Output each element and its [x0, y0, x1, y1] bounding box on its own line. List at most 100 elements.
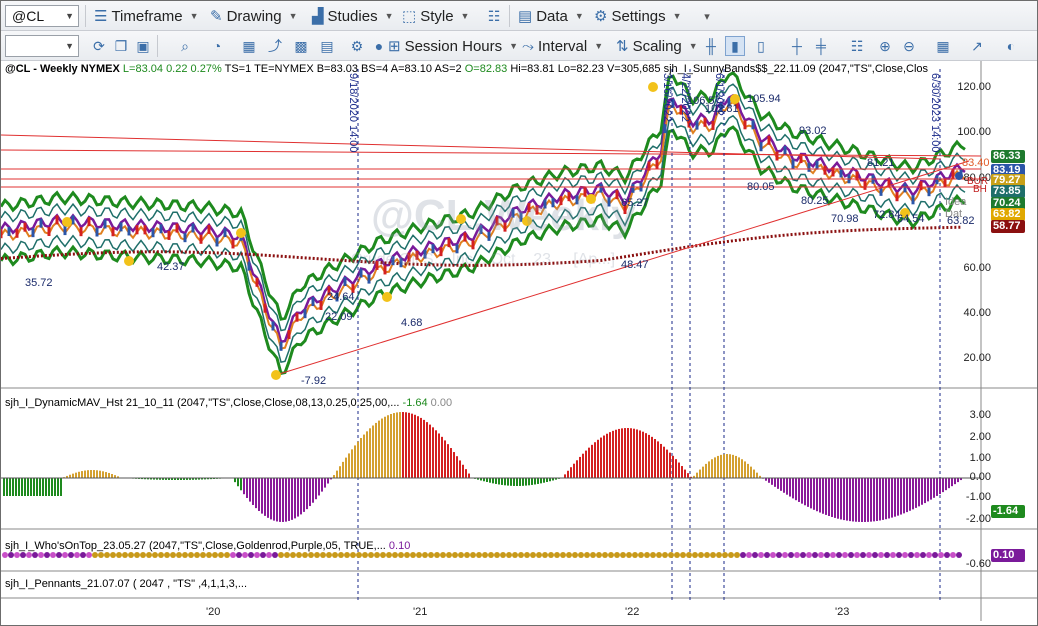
price-candle — [943, 178, 947, 188]
osc3-title: sjh_I_Pennants_21.07.07 ( 2047 , "TS" ,4… — [5, 578, 248, 590]
histogram-bar — [624, 428, 626, 478]
bar-chart-icon[interactable]: ╫ — [701, 36, 721, 56]
timeframe-menu[interactable]: ☰ Timeframe ▼ — [91, 4, 202, 28]
histogram-bar — [432, 427, 434, 478]
interval-combo[interactable]: ▼ — [5, 35, 79, 57]
refresh-icon[interactable]: ⟳ — [89, 36, 109, 56]
grid-icon[interactable]: ▤ — [317, 36, 337, 56]
histogram-bar — [768, 478, 770, 483]
histogram-bar — [447, 444, 449, 478]
who-on-top-dot — [248, 552, 254, 558]
price-axis-label: 100.00 — [957, 126, 991, 138]
histogram-bar — [753, 469, 755, 478]
x-axis-label: '20 — [206, 606, 221, 618]
layout-icon[interactable]: ☷ — [484, 6, 504, 26]
who-on-top-dot — [80, 552, 86, 558]
who-on-top-dot — [32, 552, 38, 558]
who-on-top-dot — [254, 552, 260, 558]
drawing-menu[interactable]: ✎ Drawing ▼ — [207, 4, 301, 28]
who-on-top-dot — [416, 552, 422, 558]
who-on-top-dot — [920, 552, 926, 558]
histogram-bar — [30, 478, 32, 496]
price-label: 65.27 — [621, 197, 649, 209]
data-icon: ▤ — [518, 8, 533, 25]
histogram-bar — [78, 471, 80, 478]
data-label: Data — [536, 7, 568, 25]
who-on-top-dot — [734, 552, 740, 558]
side-label: Idea — [945, 196, 967, 208]
open-price: O=82.83 — [464, 63, 508, 75]
who-on-top-dot — [314, 552, 320, 558]
chevron-down-icon: ▼ — [189, 11, 199, 21]
line-chart-icon[interactable]: ╪ — [811, 36, 831, 56]
screen-icon[interactable]: ▦ — [933, 36, 953, 56]
histogram-bar — [372, 425, 374, 478]
candle-chart-icon[interactable]: ▮ — [725, 36, 745, 56]
symbol-value: @CL — [12, 8, 45, 24]
chevron-down-icon[interactable]: ▼ — [65, 6, 74, 26]
histogram-bar — [381, 418, 383, 478]
histogram-bar — [630, 428, 632, 478]
osc1-zero: 0.00 — [430, 397, 453, 409]
histogram-bar — [426, 422, 428, 478]
paste-icon[interactable]: ▣ — [133, 36, 153, 56]
who-on-top-dot — [662, 552, 668, 558]
more-icon[interactable]: ▾ — [697, 6, 717, 26]
chart-area[interactable]: @CL,Weekly Crude Oil S... Inc... Oct... … — [1, 61, 1037, 625]
osc1-header: sjh_I_DynamicMAV_Hst 21_10_11 (2047,"TS"… — [5, 397, 452, 409]
settings-icon[interactable]: ⚙ — [347, 36, 367, 56]
histogram-bar — [342, 461, 344, 478]
scaling-menu[interactable]: ⇅ Scaling ▼ — [613, 34, 701, 58]
who-on-top-dot — [668, 552, 674, 558]
who-on-top-dot — [494, 552, 500, 558]
zoom-out-icon[interactable]: ⊖ — [899, 36, 919, 56]
table-icon[interactable]: ▦ — [239, 36, 259, 56]
settings-menu[interactable]: ⚙ Settings ▼ — [591, 4, 685, 28]
who-on-top-dot — [692, 552, 698, 558]
matrix-icon[interactable]: ▩ — [291, 36, 311, 56]
ohlc-icon[interactable]: ┼ — [787, 36, 807, 56]
histogram-bar — [726, 454, 728, 478]
histogram-bar — [3, 478, 5, 496]
who-on-top-dot — [476, 552, 482, 558]
session-hours-menu[interactable]: ⊞ Session Hours ▼ — [385, 34, 521, 58]
hollow-candle-icon[interactable]: ▯ — [751, 36, 771, 56]
who-on-top-dot — [164, 552, 170, 558]
pivot-dot — [62, 217, 72, 227]
studies-menu[interactable]: ▟ Studies ▼ — [309, 4, 397, 28]
data-menu[interactable]: ▤ Data ▼ — [515, 4, 587, 28]
histogram-bar — [675, 459, 677, 478]
interval-menu[interactable]: ⤳ Interval ▼ — [519, 34, 606, 58]
magnify-icon[interactable]: ⌕ — [175, 36, 195, 56]
chevron-down-icon: ▼ — [509, 41, 519, 51]
histogram-bar — [804, 478, 806, 506]
symbol-combo[interactable]: @CL ▼ — [5, 5, 79, 27]
price-candle — [951, 169, 955, 179]
dashboard-icon[interactable]: ◐ — [1001, 36, 1021, 56]
chevron-down-icon[interactable]: ▼ — [65, 36, 74, 56]
chart-icon[interactable]: ⤴ — [265, 36, 285, 56]
who-on-top-dot — [20, 552, 26, 558]
who-on-top-dot — [242, 552, 248, 558]
trend-icon[interactable]: ↗ — [967, 36, 987, 56]
histogram-bar — [528, 478, 530, 486]
style-menu[interactable]: ⬚ Style ▼ — [399, 4, 472, 28]
histogram-bar — [741, 459, 743, 478]
price-candle — [247, 261, 251, 271]
who-on-top-dot — [596, 552, 602, 558]
who-on-top-dot — [842, 552, 848, 558]
histogram-bar — [249, 478, 251, 502]
price-candle — [271, 321, 275, 331]
layout-icon[interactable]: ☷ — [847, 36, 867, 56]
price-candle — [151, 228, 155, 238]
zoom-in-icon[interactable]: ⊕ — [875, 36, 895, 56]
who-on-top-dot — [854, 552, 860, 558]
histogram-bar — [423, 419, 425, 478]
gauge-icon[interactable]: ◔ — [207, 36, 227, 56]
who-on-top-dot — [878, 552, 884, 558]
histogram-bar — [921, 478, 923, 505]
copy-icon[interactable]: ❐ — [111, 36, 131, 56]
histogram-bar — [699, 469, 701, 478]
histogram-bar — [420, 417, 422, 478]
who-on-top-dot — [302, 552, 308, 558]
